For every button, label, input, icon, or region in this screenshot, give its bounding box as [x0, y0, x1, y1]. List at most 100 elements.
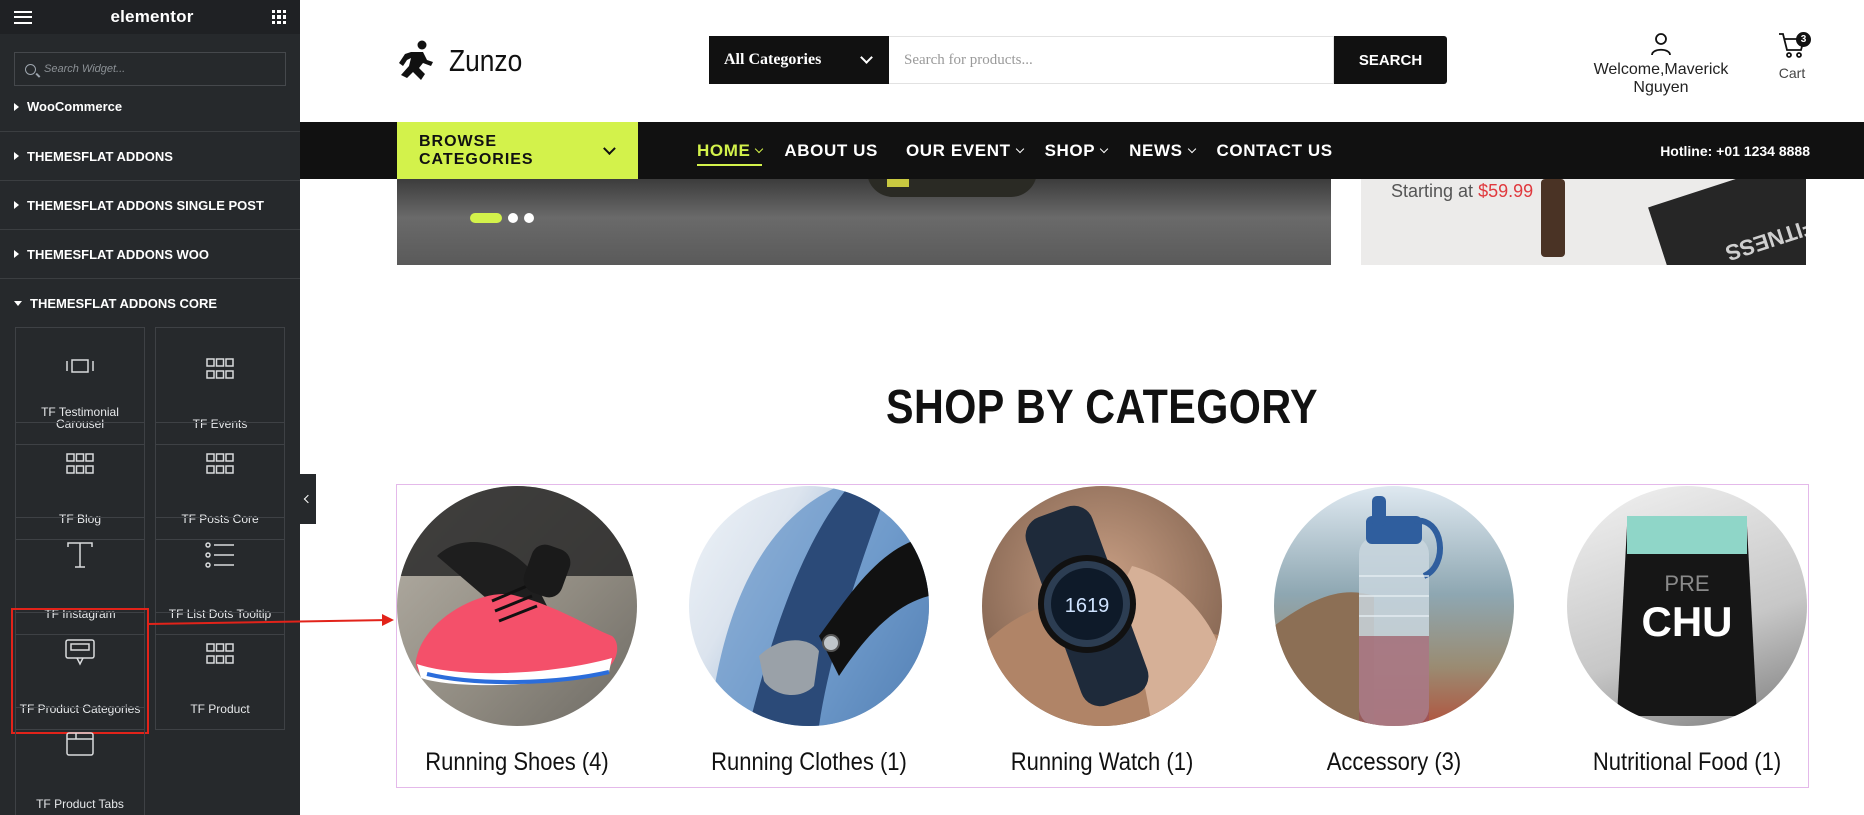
caret-right-icon [14, 152, 19, 160]
widget-tf-product[interactable]: TF Product [155, 612, 285, 730]
category-card-running-watch[interactable]: 1619 Running Watch (1) [982, 486, 1222, 777]
hero-slider[interactable] [397, 179, 1331, 265]
category-select-value: All Categories [724, 51, 822, 68]
product-tabs-icon [66, 732, 94, 756]
menu-label: SHOP [1044, 140, 1096, 160]
caret-right-icon [14, 102, 19, 111]
category-image: PRE CHU [1567, 486, 1807, 726]
browse-categories-button[interactable]: BROWSE CATEGORIES [397, 122, 638, 179]
product-search-input[interactable] [889, 36, 1334, 84]
chevron-down-icon [755, 144, 764, 153]
hotline: Hotline: +01 1234 8888 [1660, 142, 1810, 159]
category-woocommerce[interactable]: WooCommerce [0, 82, 300, 132]
category-card-nutritional-food[interactable]: PRE CHU Nutritional Food (1) [1567, 486, 1807, 777]
menu-label: OUR EVENT [905, 140, 1011, 160]
section-heading: SHOP BY CATEGORY [885, 381, 1318, 434]
promo-banner[interactable]: FITNESS Starting at $59.99 [1361, 179, 1806, 265]
menu-label: ABOUT US [784, 140, 878, 160]
widget-tf-product-tabs[interactable]: TF Product Tabs [15, 707, 145, 815]
cart-label: Cart [1778, 65, 1806, 81]
category-label: THEMESFLAT ADDONS [27, 148, 173, 164]
grid-icon [206, 643, 234, 664]
account-link[interactable]: Welcome,Maverick Nguyen [1568, 32, 1754, 97]
slider-dot[interactable] [524, 213, 534, 223]
pouch-brand-text: CHU [1642, 598, 1733, 645]
menu-label: HOME [697, 140, 751, 160]
category-label: WooCommerce [27, 99, 123, 114]
grid-icon [206, 358, 234, 379]
category-card-accessory[interactable]: Accessory (3) [1274, 486, 1514, 777]
caret-right-icon [14, 250, 19, 258]
category-label: THEMESFLAT ADDONS CORE [30, 296, 218, 311]
category-image [397, 486, 637, 726]
menu-item-about-us[interactable]: ABOUT US [784, 141, 878, 161]
category-image [689, 486, 929, 726]
promo-price: $59.99 [1478, 181, 1534, 201]
category-themesflat-addons-core[interactable]: THEMESFLAT ADDONS CORE [0, 279, 300, 328]
user-icon [1651, 33, 1671, 56]
elementor-panel: elementor WooCommerce THEMESFLAT ADDONS … [0, 0, 300, 815]
welcome-text: Welcome,Maverick Nguyen [1593, 61, 1729, 96]
belt-image [1541, 179, 1565, 257]
shoe-image [867, 179, 1037, 197]
menu-item-our-event[interactable]: OUR EVENT [905, 140, 1024, 161]
chevron-down-icon [1099, 144, 1109, 153]
slider-dot[interactable] [508, 213, 518, 223]
list-icon [205, 542, 234, 568]
widget-search-input[interactable] [44, 63, 274, 75]
category-themesflat-addons-single-post[interactable]: THEMESFLAT ADDONS SINGLE POST [0, 181, 300, 230]
cart-count-badge: 3 [1796, 32, 1811, 47]
site-name: Zunzo [449, 43, 523, 78]
fitness-mat-image: FITNESS [1648, 179, 1806, 265]
widget-label: TF Product [190, 702, 250, 716]
category-image [1274, 486, 1514, 726]
search-icon [25, 63, 36, 75]
pouch-top-text: PRE [1664, 571, 1709, 596]
search-button[interactable]: SEARCH [1334, 36, 1447, 84]
widget-search[interactable] [14, 52, 286, 86]
category-card-running-shoes[interactable]: Running Shoes (4) [397, 486, 637, 777]
category-label: Running Watch (1) [1010, 748, 1194, 776]
category-label: Running Clothes (1) [711, 748, 907, 776]
main-menu: HOME ABOUT US OUR EVENT SHOP NEWS CONTAC… [697, 122, 1333, 179]
chevron-left-icon [303, 494, 313, 504]
grid-icon [66, 453, 94, 474]
hamburger-menu-icon[interactable] [14, 10, 32, 24]
promo-text: Starting at $59.99 [1391, 181, 1533, 202]
category-label: Nutritional Food (1) [1592, 748, 1782, 776]
caret-right-icon [14, 201, 19, 209]
chevron-down-icon [860, 51, 873, 64]
caret-down-icon [14, 301, 22, 306]
category-label: THEMESFLAT ADDONS SINGLE POST [27, 197, 264, 213]
category-card-running-clothes[interactable]: Running Clothes (1) [689, 486, 929, 777]
slider-pagination [470, 213, 534, 223]
slider-dot-active[interactable] [470, 213, 502, 223]
cart-link[interactable]: 3 Cart [1774, 32, 1811, 81]
chevron-down-icon [1187, 144, 1196, 153]
widgets-grid-icon[interactable] [272, 10, 286, 24]
menu-item-news[interactable]: NEWS [1129, 140, 1196, 161]
elementor-logo: elementor [110, 7, 194, 26]
menu-item-shop[interactable]: SHOP [1044, 140, 1109, 161]
mat-text: FITNESS [1722, 213, 1806, 265]
category-label: Running Shoes (4) [425, 748, 609, 776]
category-image: 1619 [982, 486, 1222, 726]
menu-item-contact-us[interactable]: CONTACT US [1217, 141, 1333, 161]
category-label: THEMESFLAT ADDONS WOO [27, 246, 209, 262]
menu-label: CONTACT US [1216, 140, 1333, 160]
category-themesflat-addons[interactable]: THEMESFLAT ADDONS [0, 132, 300, 181]
panel-collapse-toggle[interactable] [300, 474, 316, 524]
carousel-icon [66, 359, 94, 373]
category-select[interactable]: All Categories [709, 36, 889, 84]
menu-label: NEWS [1129, 140, 1183, 160]
category-themesflat-addons-woo[interactable]: THEMESFLAT ADDONS WOO [0, 230, 300, 279]
chevron-down-icon [1015, 144, 1024, 153]
site-logo[interactable]: Zunzo [397, 40, 535, 82]
category-label: Accessory (3) [1326, 748, 1462, 776]
promo-prefix: Starting at [1391, 181, 1474, 201]
grid-icon [206, 453, 234, 474]
browse-categories-label: BROWSE CATEGORIES [419, 132, 534, 168]
panel-header: elementor [0, 0, 300, 34]
text-T-icon [67, 542, 93, 568]
menu-item-home[interactable]: HOME [697, 140, 764, 166]
